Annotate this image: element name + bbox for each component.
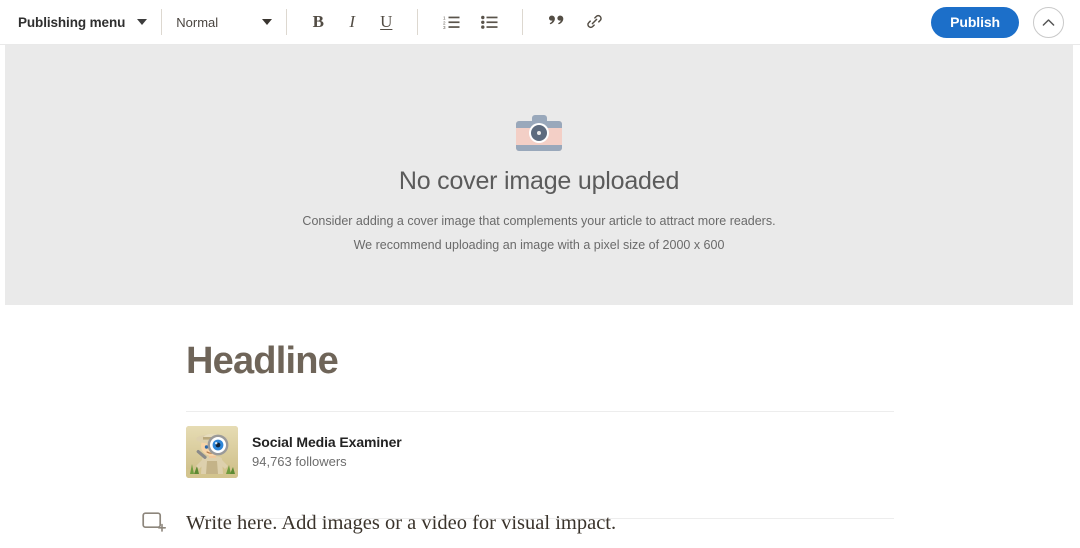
editor-toolbar: Publishing menu Normal B I U 1 2 3 Publi… <box>0 0 1080 45</box>
list-format-group: 1 2 3 <box>432 0 508 44</box>
author-meta: Social Media Examiner 94,763 followers <box>252 434 402 469</box>
publish-button[interactable]: Publish <box>931 6 1019 38</box>
toolbar-divider <box>522 9 524 35</box>
insert-link-button[interactable] <box>581 9 607 35</box>
avatar-explorer-magnifier-icon <box>186 425 238 478</box>
chevron-up-icon <box>1042 18 1055 26</box>
author-followers: 94,763 followers <box>252 454 347 470</box>
toolbar-divider <box>161 9 163 35</box>
cover-subtitle-line-1: Consider adding a cover image that compl… <box>302 214 776 228</box>
avatar <box>186 425 238 478</box>
cover-subtitle-line-2: We recommend uploading an image with a p… <box>353 237 725 252</box>
text-style-dropdown[interactable]: Normal <box>176 14 273 30</box>
article-editor: Headline Social Media Examiner 94,763 fo… <box>186 340 894 519</box>
article-body-row: Write here. Add images or a video for vi… <box>142 511 616 535</box>
svg-text:3: 3 <box>443 25 446 29</box>
camera-lens-highlight <box>537 131 541 135</box>
toolbar-right-actions: Publish <box>931 6 1064 38</box>
add-block-button[interactable] <box>142 511 168 535</box>
camera-icon <box>516 115 562 151</box>
cover-empty-title: No cover image uploaded <box>398 167 680 195</box>
toolbar-divider <box>417 9 419 35</box>
blockquote-button[interactable] <box>543 9 569 35</box>
author-row[interactable]: Social Media Examiner 94,763 followers <box>186 412 894 491</box>
numbered-list-icon: 1 2 3 <box>443 16 460 29</box>
toolbar-divider <box>286 9 288 35</box>
bold-button[interactable]: B <box>304 8 332 36</box>
numbered-list-button[interactable]: 1 2 3 <box>438 9 464 35</box>
publishing-menu-button[interactable]: Publishing menu <box>18 14 148 30</box>
cover-empty-subtitle: Consider adding a cover image that compl… <box>302 210 775 258</box>
collapse-toolbar-button[interactable] <box>1033 6 1064 38</box>
publishing-menu-label: Publishing menu <box>18 14 126 30</box>
cover-image-upload-area[interactable]: No cover image uploaded Consider adding … <box>5 45 1073 305</box>
chevron-down-icon <box>137 19 148 25</box>
author-name: Social Media Examiner <box>252 434 402 451</box>
link-icon <box>586 14 602 29</box>
camera-bottom-band <box>516 145 562 151</box>
underline-button[interactable]: U <box>372 8 400 36</box>
italic-button[interactable]: I <box>338 8 366 36</box>
quote-icon <box>548 15 564 25</box>
headline-input[interactable]: Headline <box>186 340 894 384</box>
insert-group <box>537 0 613 44</box>
bulleted-list-button[interactable] <box>476 9 502 35</box>
text-format-group: B I U <box>301 0 403 44</box>
article-body-input[interactable]: Write here. Add images or a video for vi… <box>186 512 616 535</box>
add-block-icon <box>142 512 166 532</box>
chevron-down-icon <box>262 19 273 25</box>
bulleted-list-icon <box>480 15 498 29</box>
text-style-value: Normal <box>176 14 219 30</box>
